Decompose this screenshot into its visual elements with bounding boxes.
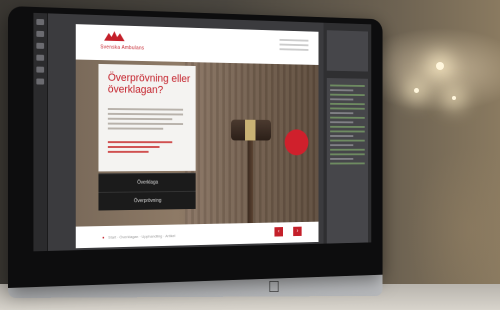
tool-panel [33,12,48,252]
gavel-handle [247,140,253,227]
ceiling-lamp [452,96,456,100]
overprovning-button[interactable]: Överprövning [98,190,196,211]
location-pin-icon: ● [102,234,105,240]
tool-icon[interactable] [36,42,45,49]
hero-headline: Överprövning eller överklagan? [107,71,191,97]
prev-icon[interactable]: ‹ [274,227,283,237]
ceiling-lamp [436,62,444,70]
hero-photo [184,61,319,227]
breadcrumb-text[interactable]: Start · Överklagan · Upphandling · Artik… [108,233,175,239]
ceiling-lamp [414,88,419,93]
tool-icon[interactable] [36,30,45,38]
tool-icon[interactable] [36,18,45,26]
layers-list [326,78,368,244]
overklaga-button[interactable]: Överklaga [98,172,196,192]
tool-icon[interactable] [36,78,45,85]
panel-block [326,30,368,72]
tool-icon[interactable] [36,66,45,73]
site-footer: ● Start · Överklagan · Upphandling · Arti… [75,221,319,249]
imac-monitor: Svenska Ambulans Överprövning eller över… [8,6,383,288]
brand-name: Svenska Ambulans [100,44,145,52]
layers-panel [323,22,372,244]
tool-icon[interactable] [36,54,45,61]
website-mockup: Svenska Ambulans Överprövning eller över… [75,24,319,249]
gavel-band [245,119,256,141]
hero-body-text [107,105,184,133]
hero-link-text[interactable] [107,138,173,156]
breadcrumb: ● Start · Överklagan · Upphandling · Arti… [102,233,175,240]
screen: Svenska Ambulans Överprövning eller över… [33,12,372,252]
hero-card: Överprövning eller överklagan? [98,63,196,172]
apple-logo-icon:  [268,280,280,296]
badge[interactable] [284,129,309,156]
next-icon[interactable]: › [293,226,302,237]
logo-icon [104,30,125,42]
site-header: Svenska Ambulans [75,24,319,65]
nav-menu[interactable] [279,36,309,54]
